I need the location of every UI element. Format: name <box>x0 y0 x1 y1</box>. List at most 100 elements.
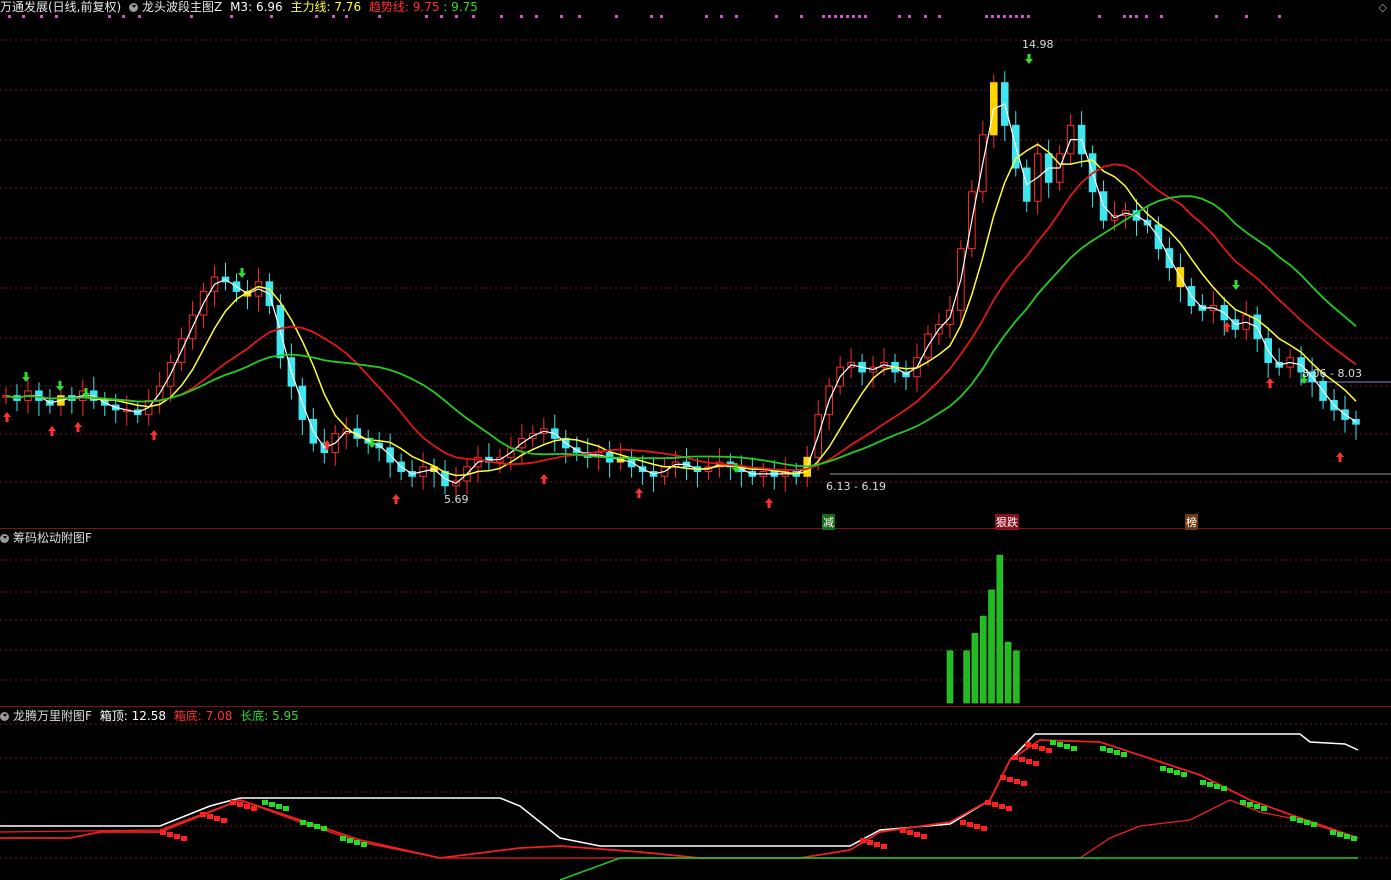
step-block <box>1050 740 1056 745</box>
signal-dot <box>650 15 653 18</box>
step-block <box>1290 816 1296 821</box>
long-bottom-label: 长底: <box>240 709 269 723</box>
step-block <box>967 822 973 827</box>
signal-dot <box>345 15 348 18</box>
signal-dot <box>775 15 778 18</box>
step-block <box>1064 744 1070 749</box>
chip-bar <box>979 615 987 704</box>
step-block <box>1207 782 1213 787</box>
signal-dot <box>332 15 335 18</box>
chip-bar <box>963 650 970 704</box>
up-arrow-icon <box>74 422 82 432</box>
up-arrow-icon <box>765 498 773 508</box>
signal-dot <box>1129 15 1132 18</box>
chip-bar <box>1013 650 1020 704</box>
signal-dot <box>315 15 318 18</box>
signal-dot <box>846 15 849 18</box>
step-block <box>1160 766 1166 771</box>
signal-dot <box>705 15 708 18</box>
up-arrow-icon <box>3 412 11 422</box>
signal-dot <box>735 15 738 18</box>
panel2-menu-icon[interactable] <box>0 534 9 543</box>
box-top-value: 12.58 <box>131 709 166 723</box>
indicator-menu-icon[interactable] <box>129 3 139 12</box>
step-block <box>1121 752 1127 757</box>
up-arrow-icon <box>48 426 56 436</box>
signal-dot <box>938 15 941 18</box>
signal-dot <box>138 15 141 18</box>
signal-dot <box>1123 15 1126 18</box>
reduce-label: 减 <box>822 514 835 530</box>
step-block <box>214 816 220 821</box>
step-block <box>1304 820 1310 825</box>
signal-dot <box>1278 15 1281 18</box>
up-arrow-icon <box>1336 452 1344 462</box>
up-arrow-icon <box>392 494 400 504</box>
signal-dot <box>1009 15 1012 18</box>
step-block <box>307 822 313 827</box>
signal-dot <box>840 15 843 18</box>
step-block <box>354 840 360 845</box>
chip-bar <box>946 650 954 704</box>
signal-dot <box>578 15 581 18</box>
trend-line-label: 趋势线: <box>368 0 409 14</box>
step-block <box>347 838 353 843</box>
high-price-label: 14.98 <box>1022 38 1054 51</box>
step-block <box>907 830 913 835</box>
signal-dot <box>858 15 861 18</box>
panel3-menu-icon[interactable] <box>0 712 9 721</box>
step-block <box>200 812 206 817</box>
ma-yellow-line <box>5 143 1357 477</box>
step-block <box>981 826 987 831</box>
signal-dot <box>1245 15 1248 18</box>
step-block <box>207 814 213 819</box>
down-arrow-icon <box>1025 54 1033 64</box>
step-block <box>1254 804 1260 809</box>
chip-bar <box>988 589 995 704</box>
signal-dot <box>1027 15 1030 18</box>
step-block <box>874 842 880 847</box>
panel3-title[interactable]: 龙腾万里附图F <box>13 709 92 723</box>
indicator-name[interactable]: 龙头波段主图Z <box>142 0 222 14</box>
signal-dot <box>40 15 43 18</box>
step-block <box>985 800 991 805</box>
up-arrow-icon <box>1266 378 1274 388</box>
step-block <box>1337 832 1343 837</box>
signal-dot <box>985 15 988 18</box>
panel2-title[interactable]: 筹码松动附图F <box>13 531 92 545</box>
kline-chart-canvas[interactable] <box>0 0 1391 880</box>
signal-dot <box>898 15 901 18</box>
step-block <box>960 820 966 825</box>
signal-dot <box>1160 15 1163 18</box>
signal-dot <box>1015 15 1018 18</box>
signal-dot <box>800 15 803 18</box>
step-block <box>881 844 887 849</box>
panel2-header: 筹码松动附图F <box>0 531 96 545</box>
signal-dot <box>1021 15 1024 18</box>
step-block <box>262 800 268 805</box>
signal-dot <box>1003 15 1006 18</box>
main-line-value: 7.76 <box>334 0 362 14</box>
signal-dot <box>1215 15 1218 18</box>
step-block <box>321 826 327 831</box>
signal-dot <box>720 15 723 18</box>
trend-line-value: 9.75 <box>412 0 440 14</box>
step-block <box>999 804 1005 809</box>
signal-dot <box>991 15 994 18</box>
signal-dot <box>822 15 825 18</box>
box-bottom-label: 箱底: <box>173 709 202 723</box>
step-block <box>921 834 927 839</box>
step-block <box>1261 806 1267 811</box>
buy-label: 榜 <box>1185 514 1198 530</box>
step-block <box>283 806 289 811</box>
step-block <box>992 802 998 807</box>
step-block <box>1033 761 1039 766</box>
step-block <box>244 804 250 809</box>
step-block <box>361 842 367 847</box>
stock-title[interactable]: 万通发展(日线,前复权) <box>0 0 121 14</box>
signal-dot <box>230 15 233 18</box>
drop-label: 狠跌 <box>995 514 1019 530</box>
step-block <box>237 802 243 807</box>
step-block <box>1221 786 1227 791</box>
step-block <box>1071 746 1077 751</box>
